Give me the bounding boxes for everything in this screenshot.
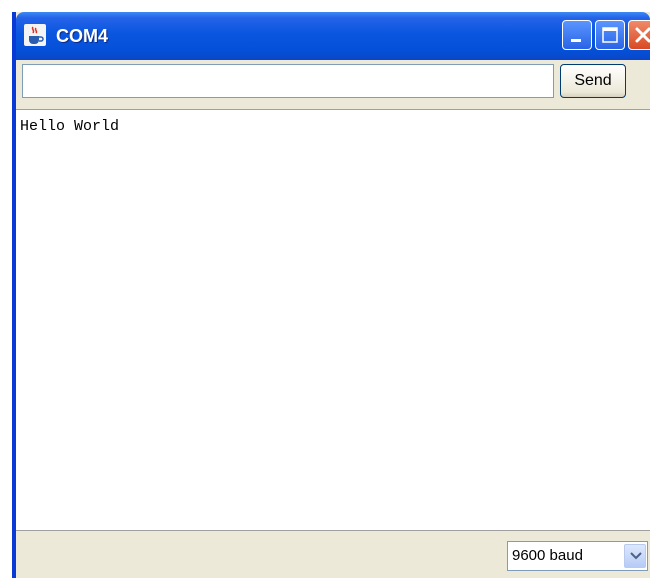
- baud-rate-value: 9600 baud: [512, 547, 583, 564]
- close-button[interactable]: [628, 20, 650, 50]
- window-title: COM4: [56, 26, 109, 46]
- maximize-icon: [602, 27, 618, 43]
- send-button[interactable]: Send: [560, 64, 626, 98]
- serial-monitor-window: COM4 Send Hello World 9600 baud: [12, 12, 650, 578]
- minimize-icon: [571, 39, 581, 42]
- minimize-button[interactable]: [562, 20, 592, 50]
- send-input[interactable]: [22, 64, 554, 98]
- maximize-button[interactable]: [595, 20, 625, 50]
- chevron-down-icon: [630, 552, 642, 560]
- send-bar: Send: [16, 60, 650, 109]
- serial-output[interactable]: Hello World: [16, 109, 650, 531]
- title-bar[interactable]: COM4: [16, 12, 650, 60]
- java-cup-icon: [24, 24, 46, 46]
- close-icon: [635, 27, 650, 43]
- dropdown-arrow[interactable]: [624, 544, 646, 568]
- baud-rate-select[interactable]: 9600 baud: [507, 541, 648, 571]
- status-bar: 9600 baud: [16, 531, 650, 578]
